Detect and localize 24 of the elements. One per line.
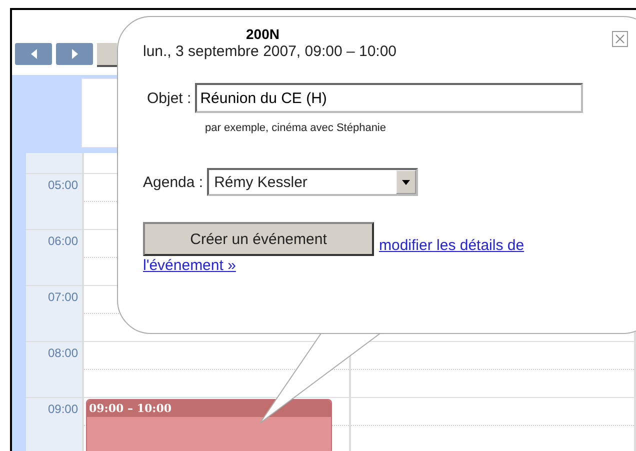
subject-field[interactable]: Réunion du CE (H) — [195, 83, 584, 113]
subject-hint: par exemple, cinéma avec Stéphanie — [205, 122, 387, 134]
edit-details-link[interactable]: modifier les détails de — [379, 236, 524, 256]
time-label: 08:00 — [48, 346, 78, 362]
dropdown-icon — [396, 170, 416, 194]
time-label: 06:00 — [48, 234, 78, 250]
event-date: lun., 3 septembre 2007, 09:00 – 10:00 — [143, 43, 397, 60]
calendar-label: Agenda : — [143, 174, 204, 190]
next-button[interactable] — [56, 43, 93, 65]
time-label: 07:00 — [48, 290, 78, 306]
today-tab[interactable] — [97, 43, 117, 67]
edit-details-link[interactable]: l'événement » — [143, 257, 236, 274]
overlay-text: 200N — [246, 26, 280, 42]
close-icon[interactable] — [612, 31, 628, 47]
right-arrow-icon — [72, 49, 78, 59]
subject-label: Objet : — [147, 90, 192, 106]
time-label: 05:00 — [48, 178, 78, 194]
event-time: 09:00 – 10:00 — [89, 402, 172, 415]
calendar-event[interactable]: 09:00 – 10:00 — [86, 399, 332, 451]
previous-button[interactable] — [15, 43, 52, 65]
create-event-button[interactable]: Créer un événement — [143, 222, 374, 256]
time-label: 09:00 — [48, 402, 78, 418]
left-arrow-icon — [30, 49, 36, 59]
calendar-select[interactable]: Rémy Kessler — [207, 168, 418, 196]
